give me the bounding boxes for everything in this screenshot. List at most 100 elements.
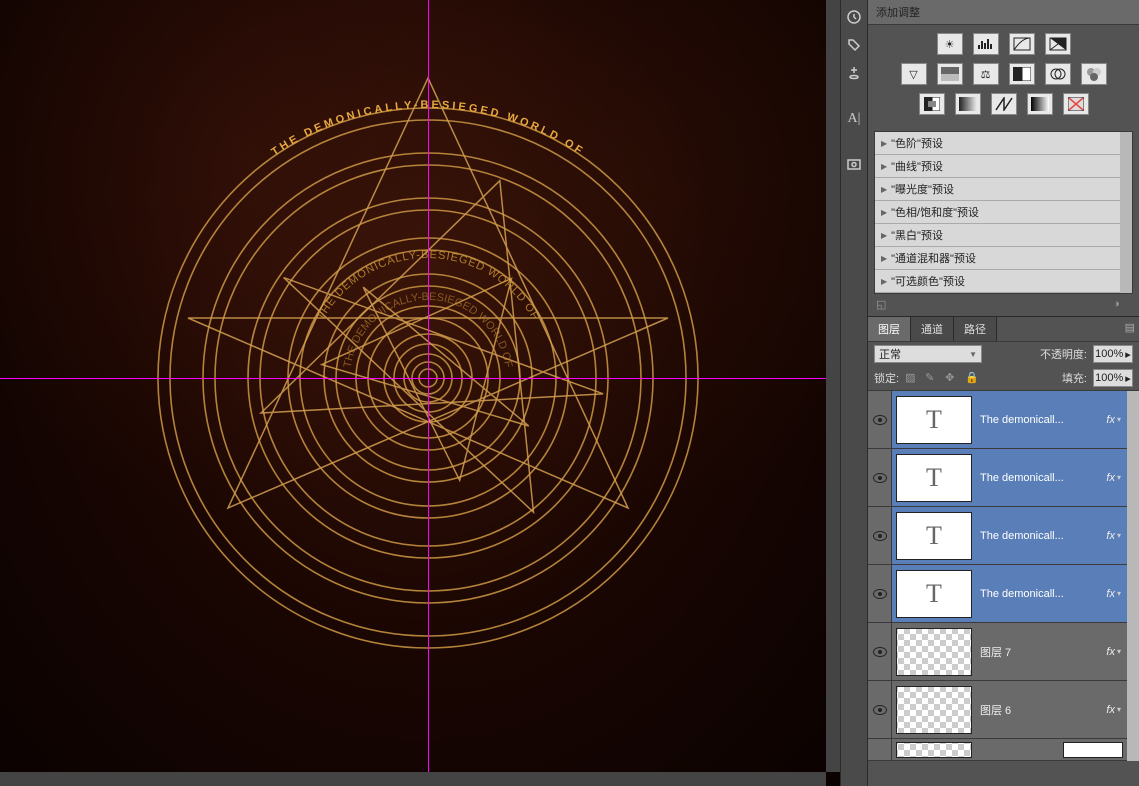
layer-thumbnail[interactable]: T <box>896 570 972 618</box>
preset-selective-color[interactable]: ▶"可选颜色"预设 <box>875 270 1120 293</box>
black-white-icon[interactable] <box>1009 63 1035 85</box>
opacity-input[interactable]: 100%▸ <box>1093 345 1133 363</box>
eye-icon <box>873 531 887 541</box>
exposure-icon[interactable] <box>1045 33 1071 55</box>
gradient-map-icon[interactable] <box>1027 93 1053 115</box>
canvas-scrollbar-vertical[interactable] <box>826 0 840 772</box>
lock-label: 锁定: <box>874 370 899 386</box>
layer-row[interactable]: T The demonicall...fx▾ <box>868 391 1127 449</box>
chevron-down-icon[interactable]: ▾ <box>1117 531 1121 540</box>
layer-name-label[interactable]: 图层 7 <box>976 644 1106 660</box>
layer-mask-thumbnail[interactable] <box>1063 742 1123 758</box>
canvas-viewport[interactable]: THE DEMONICALLY-BESIEGED WORLD OF THE DE… <box>0 0 840 786</box>
layer-name-label[interactable]: 图层 6 <box>976 702 1106 718</box>
layer-thumbnail[interactable] <box>896 686 972 734</box>
tab-layers[interactable]: 图层 <box>868 317 911 341</box>
history-panel-icon[interactable] <box>843 6 865 28</box>
selective-color-icon[interactable] <box>1063 93 1089 115</box>
layer-visibility-toggle[interactable] <box>868 565 892 622</box>
vibrance-icon[interactable]: ▽ <box>901 63 927 85</box>
eye-icon <box>873 705 887 715</box>
layer-row[interactable]: T The demonicall...fx▾ <box>868 449 1127 507</box>
threshold-icon[interactable] <box>991 93 1017 115</box>
layer-visibility-toggle[interactable] <box>868 507 892 564</box>
chevron-down-icon[interactable]: ▾ <box>1117 705 1121 714</box>
layer-name-label[interactable]: The demonicall... <box>976 530 1106 542</box>
layer-fx-badge[interactable]: fx <box>1106 414 1115 426</box>
preset-levels[interactable]: ▶"色阶"预设 <box>875 132 1120 155</box>
blend-mode-select[interactable]: 正常▼ <box>874 345 982 363</box>
photo-filter-icon[interactable] <box>1045 63 1071 85</box>
layer-thumbnail[interactable] <box>896 742 972 758</box>
chevron-down-icon[interactable]: ▾ <box>1117 415 1121 424</box>
eye-icon <box>873 589 887 599</box>
lock-pixels-icon[interactable]: ✎ <box>925 371 939 385</box>
guide-horizontal[interactable] <box>0 378 840 379</box>
layer-thumbnail[interactable]: T <box>896 454 972 502</box>
layer-fx-badge[interactable]: fx <box>1106 704 1115 716</box>
color-balance-icon[interactable]: ⚖ <box>973 63 999 85</box>
layer-row[interactable]: T The demonicall...fx▾ <box>868 507 1127 565</box>
panel-menu-icon[interactable]: ▤ <box>1125 321 1135 334</box>
guide-vertical[interactable] <box>428 0 429 786</box>
chevron-down-icon[interactable]: ▾ <box>1117 589 1121 598</box>
layer-visibility-toggle[interactable] <box>868 739 892 760</box>
preset-exposure[interactable]: ▶"曝光度"预设 <box>875 178 1120 201</box>
preset-channel-mixer[interactable]: ▶"通道混和器"预设 <box>875 247 1120 270</box>
layer-fx-badge[interactable]: fx <box>1106 646 1115 658</box>
brush-panel-icon[interactable] <box>843 62 865 84</box>
layer-fx-badge[interactable]: fx <box>1106 588 1115 600</box>
adjustment-expand-icon[interactable]: ◱ <box>876 298 894 312</box>
layer-visibility-toggle[interactable] <box>868 391 892 448</box>
layer-row[interactable]: 图层 6fx▾ <box>868 681 1127 739</box>
eye-icon <box>873 473 887 483</box>
layer-thumbnail[interactable]: T <box>896 512 972 560</box>
adjustments-title: 添加调整 <box>868 0 1139 25</box>
layer-name-label[interactable]: The demonicall... <box>976 472 1106 484</box>
adjustment-clip-icon[interactable]: ◑ <box>1113 298 1131 312</box>
tab-paths[interactable]: 路径 <box>954 317 997 341</box>
eye-icon <box>873 415 887 425</box>
chevron-down-icon[interactable]: ▾ <box>1117 647 1121 656</box>
layer-visibility-toggle[interactable] <box>868 623 892 680</box>
layer-visibility-toggle[interactable] <box>868 681 892 738</box>
layer-fx-badge[interactable]: fx <box>1106 530 1115 542</box>
curves-icon[interactable] <box>1009 33 1035 55</box>
invert-icon[interactable] <box>919 93 945 115</box>
hue-sat-icon[interactable] <box>937 63 963 85</box>
layer-row[interactable]: T The demonicall...fx▾ <box>868 565 1127 623</box>
layer-row[interactable] <box>868 739 1127 761</box>
brightness-contrast-icon[interactable]: ☀ <box>937 33 963 55</box>
lock-position-icon[interactable]: ✥ <box>945 371 959 385</box>
opacity-label: 不透明度: <box>1040 346 1087 362</box>
character-panel-icon[interactable]: A| <box>843 108 865 130</box>
preset-hue-sat[interactable]: ▶"色相/饱和度"预设 <box>875 201 1120 224</box>
adjustments-panel: 添加调整 ☀ ▽ ⚖ <box>868 0 1139 316</box>
collapsed-panel-strip: A| <box>840 0 868 786</box>
fill-input[interactable]: 100%▸ <box>1093 369 1133 387</box>
layer-visibility-toggle[interactable] <box>868 449 892 506</box>
navigator-panel-icon[interactable] <box>843 154 865 176</box>
channel-mixer-icon[interactable] <box>1081 63 1107 85</box>
layer-list: TThe demonicall...fx▾TThe demonicall...f… <box>868 391 1139 786</box>
layer-fx-badge[interactable]: fx <box>1106 472 1115 484</box>
fill-label: 填充: <box>1062 370 1087 386</box>
preset-curves[interactable]: ▶"曲线"预设 <box>875 155 1120 178</box>
layer-thumbnail[interactable]: T <box>896 396 972 444</box>
levels-icon[interactable] <box>973 33 999 55</box>
layer-thumbnail[interactable] <box>896 628 972 676</box>
tab-channels[interactable]: 通道 <box>911 317 954 341</box>
lock-all-icon[interactable]: 🔒 <box>965 371 979 385</box>
adjustment-presets-list: ▶"色阶"预设 ▶"曲线"预设 ▶"曝光度"预设 ▶"色相/饱和度"预设 ▶"黑… <box>874 131 1133 294</box>
layer-row[interactable]: 图层 7fx▾ <box>868 623 1127 681</box>
chevron-down-icon[interactable]: ▾ <box>1117 473 1121 482</box>
actions-panel-icon[interactable] <box>843 34 865 56</box>
canvas-scrollbar-horizontal[interactable] <box>0 772 826 786</box>
eye-icon <box>873 647 887 657</box>
layers-panel: 图层 通道 路径 ▤ 正常▼ 不透明度: 100%▸ 锁定: ▨ ✎ ✥ 🔒 填… <box>868 316 1139 786</box>
lock-transparency-icon[interactable]: ▨ <box>905 371 919 385</box>
posterize-icon[interactable] <box>955 93 981 115</box>
preset-bw[interactable]: ▶"黑白"预设 <box>875 224 1120 247</box>
layer-name-label[interactable]: The demonicall... <box>976 588 1106 600</box>
layer-name-label[interactable]: The demonicall... <box>976 414 1106 426</box>
